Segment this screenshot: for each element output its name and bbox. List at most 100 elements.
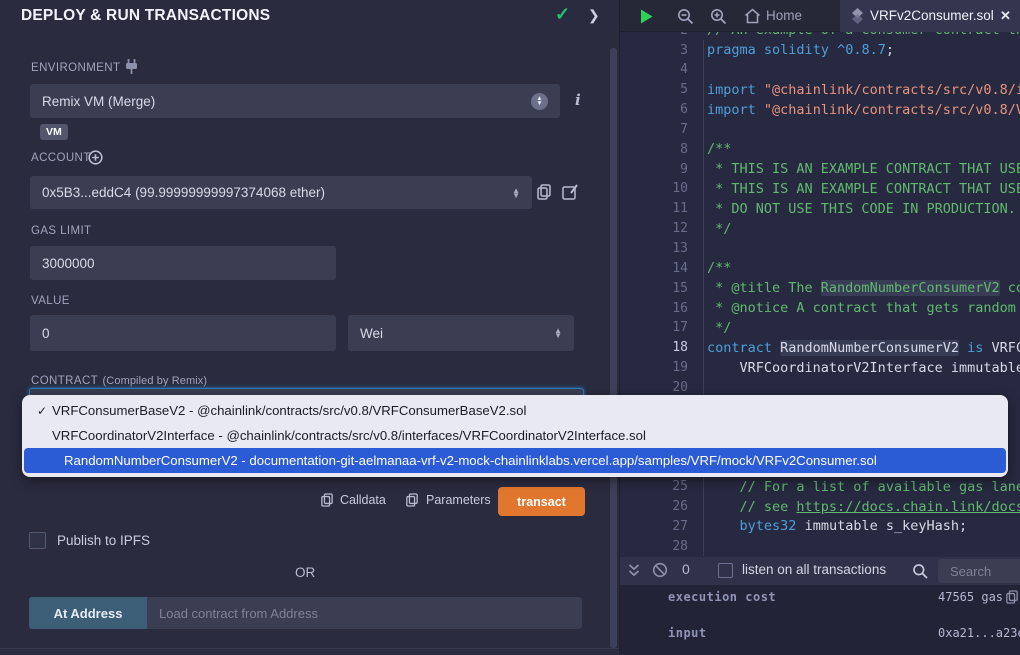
- code-line[interactable]: 5 import "@chainlink/contracts/src/v0.8/i…: [620, 80, 1020, 100]
- zoom-in-icon[interactable]: [710, 8, 727, 25]
- or-label: OR: [295, 565, 315, 580]
- solidity-icon: [852, 8, 863, 24]
- environment-info-icon[interactable]: i: [575, 91, 581, 109]
- code-line[interactable]: 14/**: [620, 258, 1020, 278]
- tab-file-label: VRFv2Consumer.sol: [870, 8, 994, 23]
- plug-icon: [124, 58, 139, 75]
- checkmark-icon: ✓: [32, 404, 52, 418]
- environment-value: Remix VM (Merge): [42, 94, 155, 109]
- code-line[interactable]: 27 bytes32 immutable s_keyHash;: [620, 516, 1020, 536]
- code-text: * THIS IS AN EXAMPLE CONTRACT THAT USES …: [707, 181, 1020, 197]
- code-text: * @notice A contract that gets random va…: [707, 300, 1020, 316]
- listen-all-label: listen on all transactions: [742, 562, 886, 577]
- code-line[interactable]: 16 * @notice A contract that gets random…: [620, 298, 1020, 318]
- select-stepper-icon: ▲▼: [531, 93, 548, 110]
- line-number: 15: [620, 281, 688, 296]
- environment-select[interactable]: Remix VM (Merge) ▲▼: [30, 84, 560, 118]
- transact-button[interactable]: transact: [498, 487, 585, 516]
- contract-label: CONTRACT: [31, 375, 98, 387]
- line-number: 19: [620, 360, 688, 375]
- value-input[interactable]: [30, 315, 336, 351]
- editor-tabbar: Home VRFv2Consumer.sol ✕: [620, 0, 1020, 32]
- line-number: 16: [620, 301, 688, 316]
- edit-account-icon[interactable]: [562, 184, 578, 200]
- line-number: 27: [620, 519, 688, 534]
- line-number: 6: [620, 102, 688, 117]
- zoom-out-icon[interactable]: [677, 8, 694, 25]
- code-line[interactable]: 8 /**: [620, 139, 1020, 159]
- code-line[interactable]: 6import "@chainlink/contracts/src/v0.8/V…: [620, 100, 1020, 120]
- code-line[interactable]: 10 * THIS IS AN EXAMPLE CONTRACT THAT US…: [620, 179, 1020, 199]
- calldata-label[interactable]: Calldata: [340, 493, 386, 507]
- account-value: 0x5B3...eddC4 (99.99999999997374068 ethe…: [42, 185, 325, 200]
- parameters-label[interactable]: Parameters: [426, 493, 491, 507]
- line-number: 20: [620, 380, 688, 395]
- code-text: VRFCoordinatorV2Interface immutable COOR…: [707, 360, 1020, 376]
- copy-account-icon[interactable]: [537, 184, 551, 200]
- code-text: /**: [707, 141, 731, 157]
- code-text: // see https://docs.chain.link/docs/vrf-…: [707, 499, 1020, 515]
- code-line[interactable]: 28: [620, 536, 1020, 556]
- line-number: 25: [620, 479, 688, 494]
- line-number: 9: [620, 162, 688, 177]
- terminal-row-key: execution cost: [668, 590, 776, 604]
- listen-all-checkbox[interactable]: [718, 563, 733, 578]
- line-number: 10: [620, 181, 688, 196]
- contract-label-row: CONTRACT (Compiled by Remix): [31, 371, 207, 389]
- line-number: 18: [620, 340, 688, 355]
- gas-limit-label: GAS LIMIT: [31, 225, 91, 237]
- run-script-icon[interactable]: [638, 8, 655, 25]
- code-text: import "@chainlink/contracts/src/v0.8/in…: [707, 82, 1020, 98]
- code-text: contract RandomNumberConsumerV2 is VRFCo…: [707, 340, 1020, 356]
- copy-value-icon[interactable]: [1006, 590, 1018, 604]
- line-number: 13: [620, 241, 688, 256]
- code-text: * THIS IS AN EXAMPLE CONTRACT THAT USES …: [707, 161, 1020, 177]
- copy-calldata-icon[interactable]: [321, 493, 333, 507]
- code-line[interactable]: 26 // see https://docs.chain.link/docs/v…: [620, 497, 1020, 517]
- at-address-button[interactable]: At Address: [29, 597, 147, 629]
- code-line[interactable]: 15 * @title The RandomNumberConsumerV2 c…: [620, 278, 1020, 298]
- code-line[interactable]: 11 * DO NOT USE THIS CODE IN PRODUCTION.: [620, 199, 1020, 219]
- collapse-panel-icon[interactable]: ❯: [588, 7, 600, 24]
- tab-file-active[interactable]: VRFv2Consumer.sol ✕: [840, 0, 1020, 32]
- code-line[interactable]: 4: [620, 60, 1020, 80]
- contract-label-sub: (Compiled by Remix): [103, 375, 208, 387]
- code-line[interactable]: 25 // For a list of available gas lanes …: [620, 477, 1020, 497]
- terminal-row: execution cost47565 gas: [620, 590, 1020, 606]
- code-line[interactable]: 19 VRFCoordinatorV2Interface immutable C…: [620, 358, 1020, 378]
- vm-badge: VM: [40, 124, 68, 140]
- code-line[interactable]: 13: [620, 239, 1020, 259]
- publish-ipfs-checkbox[interactable]: [29, 532, 46, 549]
- contract-option[interactable]: VRFCoordinatorV2Interface - @chainlink/c…: [24, 423, 1006, 448]
- line-number: 3: [620, 43, 688, 58]
- code-line[interactable]: 3pragma solidity ^0.8.7;: [620, 40, 1020, 60]
- contract-dropdown[interactable]: ✓VRFConsumerBaseV2 - @chainlink/contract…: [22, 395, 1008, 477]
- close-tab-icon[interactable]: ✕: [1000, 8, 1011, 24]
- add-account-icon[interactable]: [88, 150, 103, 165]
- expand-terminal-icon[interactable]: [628, 563, 640, 578]
- terminal-header: 0 listen on all transactions: [620, 557, 1020, 585]
- home-icon[interactable]: [744, 8, 761, 24]
- remix-ide-window: DEPLOY & RUN TRANSACTIONS ✓ ❯ ENVIRONMEN…: [0, 0, 1020, 655]
- gas-limit-input[interactable]: [30, 246, 336, 280]
- code-line[interactable]: 17 */: [620, 318, 1020, 338]
- line-number: 5: [620, 82, 688, 97]
- line-number: 4: [620, 62, 688, 77]
- contract-option[interactable]: RandomNumberConsumerV2 - documentation-g…: [24, 448, 1006, 473]
- code-line[interactable]: 9 * THIS IS AN EXAMPLE CONTRACT THAT USE…: [620, 159, 1020, 179]
- tab-home[interactable]: Home: [766, 8, 802, 23]
- account-select[interactable]: 0x5B3...eddC4 (99.99999999997374068 ethe…: [30, 176, 532, 209]
- terminal-search-input[interactable]: [938, 559, 1020, 583]
- code-text: */: [707, 221, 731, 237]
- code-line[interactable]: 12 */: [620, 219, 1020, 239]
- deploy-run-panel: DEPLOY & RUN TRANSACTIONS ✓ ❯ ENVIRONMEN…: [0, 0, 620, 655]
- clear-console-icon[interactable]: [652, 562, 668, 578]
- copy-parameters-icon[interactable]: [406, 493, 418, 507]
- value-unit-select[interactable]: Wei ▲▼: [348, 315, 574, 351]
- code-line[interactable]: 7: [620, 119, 1020, 139]
- code-line[interactable]: 18 contract RandomNumberConsumerV2 is VRF…: [620, 338, 1020, 358]
- panel-scrollbar[interactable]: [610, 48, 617, 648]
- contract-option[interactable]: ✓VRFConsumerBaseV2 - @chainlink/contract…: [24, 398, 1006, 423]
- line-number: 8: [620, 142, 688, 157]
- at-address-input[interactable]: [147, 597, 582, 629]
